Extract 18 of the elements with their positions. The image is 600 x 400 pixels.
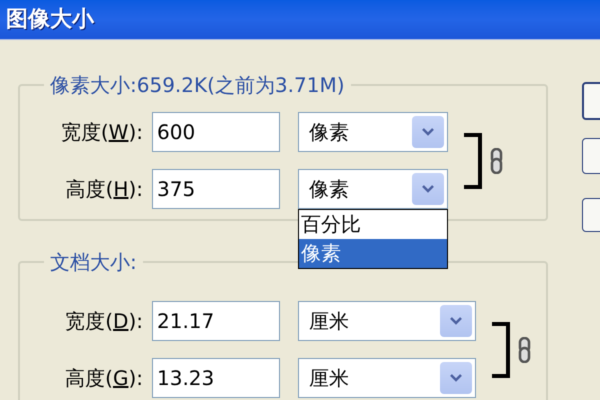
window-title: 图像大小	[6, 6, 94, 34]
unit-dropdown[interactable]: 厘米	[298, 358, 476, 398]
group-title: 像素大小:659.2K(之前为3.71M)	[49, 72, 346, 99]
field-label: 宽度(W):	[60, 119, 144, 146]
unit-dropdown[interactable]: 像素	[298, 169, 448, 209]
unit-dropdown[interactable]: 像素	[298, 112, 448, 152]
group-title: 文档大小:	[49, 249, 138, 276]
field-label: 宽度(D):	[64, 308, 144, 335]
number-field[interactable]: 13.23	[152, 358, 280, 398]
chain-link-icon	[518, 336, 531, 362]
number-field[interactable]: 600	[152, 112, 280, 152]
field-label: 高度(H):	[64, 176, 144, 203]
number-field[interactable]: 21.17	[152, 301, 280, 341]
menu-item[interactable]: 像素	[299, 239, 447, 268]
unit-dropdown[interactable]: 厘米	[298, 301, 476, 341]
chain-link-icon	[490, 148, 503, 174]
number-field[interactable]: 375	[152, 169, 280, 209]
field-label: 高度(G):	[64, 365, 144, 392]
